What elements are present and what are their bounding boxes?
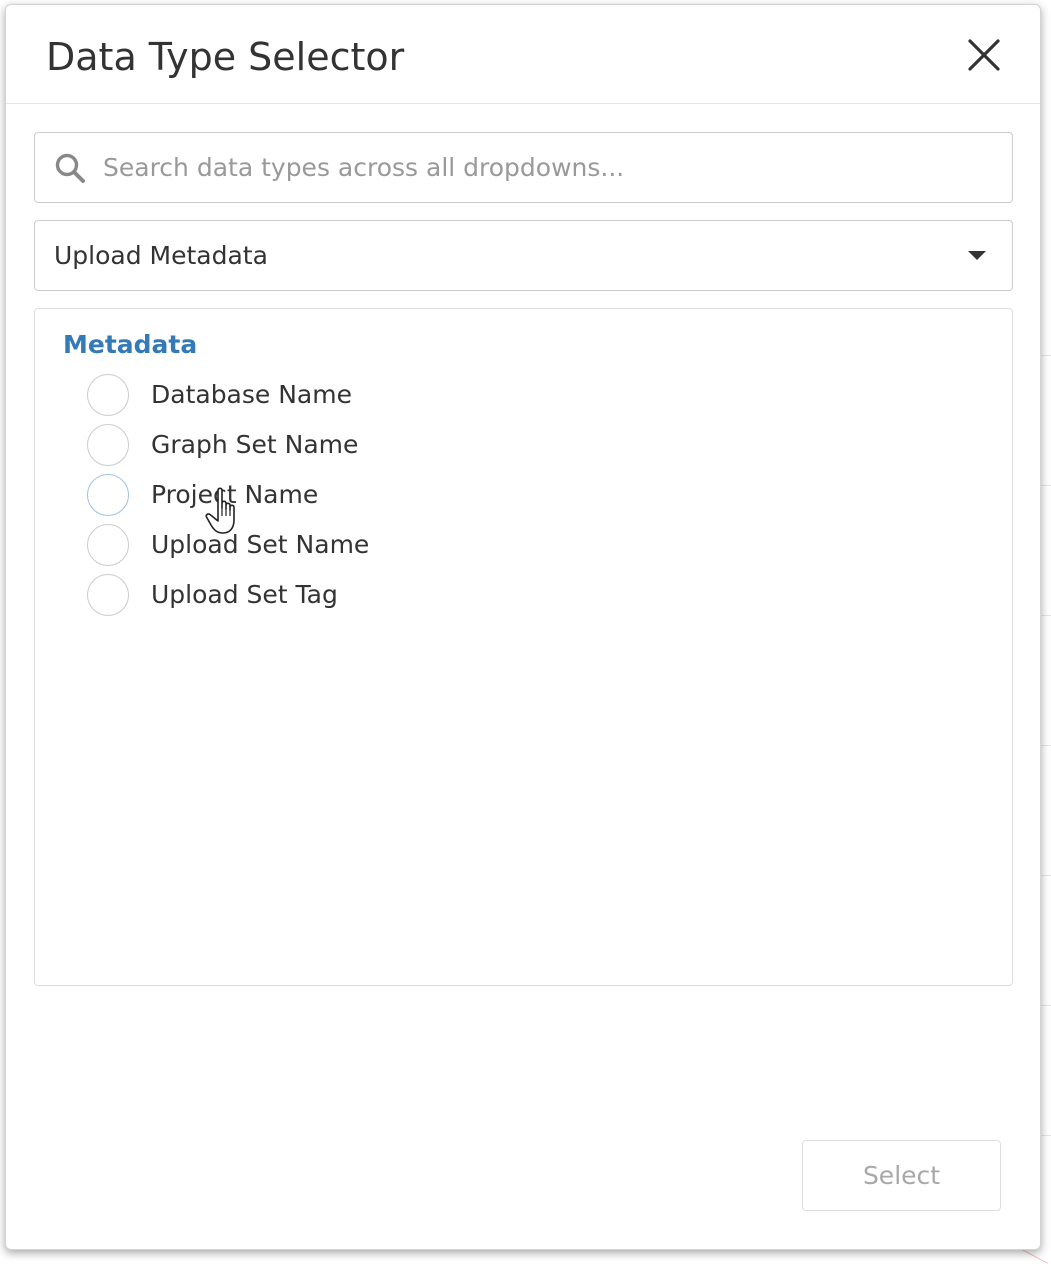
dialog-header: Data Type Selector (6, 5, 1040, 104)
search-input[interactable] (103, 133, 993, 202)
category-dropdown-value: Upload Metadata (54, 241, 268, 270)
option-label: Graph Set Name (151, 430, 359, 459)
radio-button[interactable] (87, 524, 129, 566)
option-label: Project Name (151, 480, 319, 509)
radio-button[interactable] (87, 424, 129, 466)
option-label: Upload Set Tag (151, 580, 338, 609)
option-label: Upload Set Name (151, 530, 370, 559)
category-dropdown[interactable]: Upload Metadata (34, 220, 1013, 291)
option-graph-set-name[interactable]: Graph Set Name (87, 421, 487, 471)
search-box (34, 132, 1013, 203)
data-type-list-panel: Metadata Database Name Graph Set Name Pr… (34, 308, 1013, 986)
close-icon (968, 39, 1000, 71)
option-upload-set-name[interactable]: Upload Set Name (87, 521, 487, 571)
option-project-name[interactable]: Project Name (87, 471, 487, 521)
radio-button[interactable] (87, 374, 129, 416)
data-type-selector-dialog: Data Type Selector Upload Metadata Metad… (5, 4, 1041, 1250)
option-label: Database Name (151, 380, 352, 409)
close-button[interactable] (964, 35, 1004, 75)
option-database-name[interactable]: Database Name (87, 371, 487, 421)
option-upload-set-tag[interactable]: Upload Set Tag (87, 571, 487, 621)
select-button[interactable]: Select (802, 1140, 1001, 1211)
radio-button[interactable] (87, 574, 129, 616)
group-header-metadata: Metadata (63, 330, 198, 359)
dialog-title: Data Type Selector (46, 35, 405, 79)
search-icon (55, 153, 85, 183)
caret-down-icon (968, 251, 986, 260)
data-type-options: Database Name Graph Set Name Project Nam… (87, 371, 487, 621)
radio-button[interactable] (87, 474, 129, 516)
